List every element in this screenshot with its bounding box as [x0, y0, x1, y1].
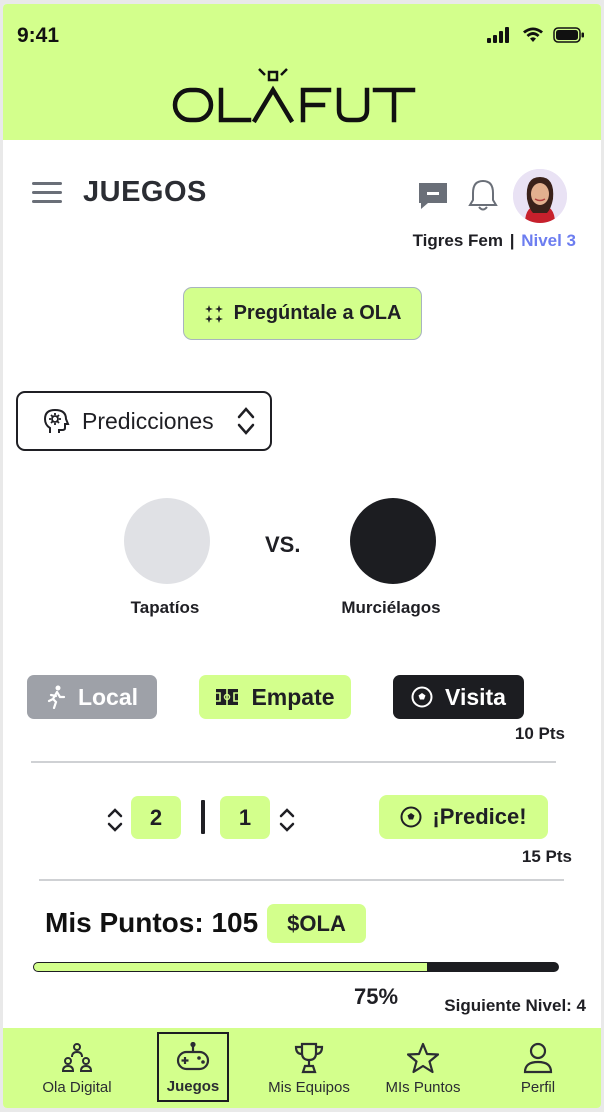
- my-points-label: Mis Puntos: 105: [45, 907, 259, 938]
- user-separator: |: [509, 231, 515, 250]
- home-team-name: Tapatíos: [130, 598, 200, 617]
- nav-mis-equipos[interactable]: Mis Equipos: [259, 1028, 359, 1108]
- predict-button[interactable]: ¡Predice!: [379, 795, 548, 839]
- soccer-ball-icon: [400, 806, 422, 828]
- top-bar: 9:41: [3, 4, 601, 140]
- app-screen: 9:41 JUEGOS Tigres Fem | Nivel 3 Pregúnt…: [3, 4, 601, 1108]
- away-team-logo: [350, 498, 436, 584]
- runner-icon: [47, 685, 66, 709]
- nav-label: Perfil: [520, 1078, 556, 1096]
- home-team-logo: [124, 498, 210, 584]
- score-points: 15 Pts: [521, 847, 572, 866]
- field-icon: [216, 689, 239, 705]
- level-progress-fill: [34, 963, 427, 971]
- signal-icon: [487, 27, 509, 43]
- chevron-updown-icon: [237, 407, 255, 435]
- user-level: Nivel 3: [521, 231, 576, 250]
- pick-draw-button[interactable]: Empate: [199, 675, 351, 719]
- sparkles-icon: [204, 304, 223, 323]
- brain-head-icon: [43, 408, 70, 433]
- bell-icon[interactable]: [468, 178, 498, 212]
- ola-currency-badge[interactable]: $OLA: [267, 904, 366, 943]
- pick-away-label: Visita: [445, 683, 506, 710]
- pick-away-button[interactable]: Visita: [393, 675, 524, 719]
- ask-ola-label: Pregúntale a OLA: [233, 302, 402, 324]
- nav-label: Juegos: [166, 1077, 220, 1095]
- page-title: JUEGOS: [83, 176, 207, 208]
- mode-select-value: Predicciones: [82, 407, 214, 434]
- pick-local-label: Local: [77, 683, 139, 710]
- wifi-icon: [523, 27, 543, 42]
- predict-label: ¡Predice!: [432, 804, 527, 829]
- vs-label: VS.: [265, 532, 301, 557]
- pick-local-button[interactable]: Local: [27, 675, 157, 719]
- olafut-logo: [172, 68, 416, 124]
- home-score-stepper-icon[interactable]: [106, 806, 124, 834]
- outcome-points: 10 Pts: [514, 724, 565, 743]
- nav-juegos[interactable]: Juegos: [157, 1032, 229, 1102]
- status-time: 9:41: [17, 24, 60, 47]
- chat-icon[interactable]: [417, 180, 449, 212]
- avatar[interactable]: [513, 169, 567, 223]
- gamepad-icon: [176, 1041, 210, 1070]
- nav-perfil[interactable]: Perfil: [503, 1028, 573, 1108]
- mode-select[interactable]: Predicciones: [16, 391, 272, 451]
- nav-mis-puntos[interactable]: MIs Puntos: [375, 1028, 471, 1108]
- user-team: Tigres Fem: [412, 231, 503, 250]
- status-icons: [487, 27, 585, 43]
- trophy-icon: [294, 1042, 324, 1073]
- home-score-field[interactable]: 2: [131, 796, 181, 839]
- battery-icon: [553, 27, 584, 43]
- nav-ola-digital[interactable]: Ola Digital: [25, 1028, 129, 1108]
- away-score-field[interactable]: 1: [220, 796, 270, 839]
- divider: [39, 879, 564, 881]
- away-score-stepper-icon[interactable]: [278, 806, 296, 834]
- star-icon: [407, 1042, 439, 1073]
- nav-label: MIs Puntos: [385, 1078, 461, 1096]
- nav-label: Mis Equipos: [268, 1078, 350, 1096]
- soccer-ball-icon: [411, 686, 433, 708]
- ask-ola-button[interactable]: Pregúntale a OLA: [183, 287, 422, 340]
- next-level-label: Siguiente Nivel: 4: [444, 996, 586, 1015]
- progress-percent: 75%: [354, 984, 399, 1009]
- level-progress-bar: [33, 962, 559, 972]
- bottom-nav: Ola Digital Juegos Mis Equipos MIs Punto…: [3, 1028, 601, 1108]
- nav-label: Ola Digital: [42, 1078, 112, 1096]
- user-icon: [523, 1042, 553, 1073]
- people-icon: [61, 1042, 93, 1072]
- menu-icon[interactable]: [32, 182, 62, 206]
- away-team-name: Murciélagos: [341, 598, 441, 617]
- user-info: Tigres Fem | Nivel 3: [413, 231, 576, 251]
- divider: [31, 761, 556, 763]
- score-separator: [201, 800, 205, 834]
- pick-draw-label: Empate: [251, 683, 335, 710]
